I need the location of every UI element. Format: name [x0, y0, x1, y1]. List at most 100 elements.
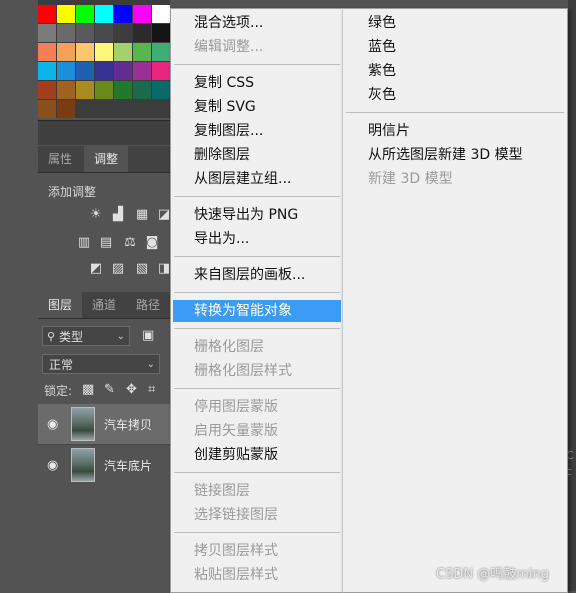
color-swatch[interactable] [76, 81, 94, 99]
color-swatch[interactable] [114, 43, 132, 61]
menu-item-color-blue[interactable]: 蓝色 [343, 36, 567, 58]
hue-saturation-icon[interactable]: ▤ [98, 236, 114, 250]
camera-icon[interactable]: ◙ [144, 236, 160, 250]
menu-item-delete-layer[interactable]: 删除图层 [171, 144, 343, 166]
color-swatch[interactable] [57, 43, 75, 61]
menu-separator [174, 328, 340, 329]
color-swatch[interactable] [38, 100, 56, 118]
color-swatch[interactable] [133, 43, 151, 61]
menu-item-paste-layer-style: 粘贴图层样式 [194, 567, 278, 583]
color-swatch[interactable] [114, 24, 132, 42]
color-swatch[interactable] [38, 24, 56, 42]
color-swatch[interactable] [95, 24, 113, 42]
blend-mode-dropdown[interactable]: 正常 ⌄ [42, 354, 160, 374]
layer-name: 汽车底片 [104, 459, 153, 473]
adjustments-panel: 属性 调整 添加调整 ☀ ▟ ▦ ◪ ▥ ▤ ⚖ ◙ ◩ ▨ ▧ ◨ [38, 146, 170, 292]
color-swatch[interactable] [133, 5, 151, 23]
color-swatch[interactable] [57, 100, 75, 118]
color-swatch[interactable] [152, 24, 170, 42]
color-swatch[interactable] [114, 62, 132, 80]
menu-item-blending-options[interactable]: 混合选项... [171, 12, 343, 34]
tab-layers[interactable]: 图层 [38, 292, 82, 318]
color-swatch[interactable] [38, 62, 56, 80]
layer-name: 汽车拷贝 [104, 418, 153, 432]
tab-channels[interactable]: 通道 [84, 292, 124, 318]
color-swatch[interactable] [76, 5, 94, 23]
color-swatch[interactable] [57, 24, 75, 42]
menu-separator [174, 388, 340, 389]
color-swatch[interactable] [38, 43, 56, 61]
swatch-grid [38, 5, 170, 118]
image-filter-icon[interactable]: ▣ [142, 328, 154, 343]
color-swatch[interactable] [152, 81, 170, 99]
swatches-footer [38, 120, 170, 145]
color-swatch[interactable] [57, 62, 75, 80]
menu-item-quick-export-png[interactable]: 快速导出为 PNG [171, 204, 343, 226]
menu-item-export-as[interactable]: 导出为... [171, 228, 343, 250]
curves-icon[interactable]: ▦ [134, 208, 150, 222]
menu-item-color-green[interactable]: 绿色 [343, 12, 567, 34]
menu-item-color-violet[interactable]: 紫色 [343, 60, 567, 82]
color-swatch[interactable] [95, 43, 113, 61]
menu-item-artboard-from-layers[interactable]: 来自图层的画板... [171, 264, 343, 286]
search-icon: ⚲ [47, 330, 56, 343]
layer-filter-dropdown[interactable]: ⚲ 类型 ⌄ [42, 326, 130, 346]
tab-paths[interactable]: 路径 [128, 292, 168, 318]
menu-item-postcard[interactable]: 明信片 [343, 120, 567, 142]
brush-icon[interactable]: ✎ [104, 382, 115, 397]
menu-item-copy-css[interactable]: 复制 CSS [171, 72, 343, 94]
color-swatch[interactable] [95, 81, 113, 99]
menu-item-convert-to-smart-object[interactable]: 转换为智能对象 [173, 300, 341, 322]
color-swatch[interactable] [76, 24, 94, 42]
menu-item-new-3d-from-layer[interactable]: 从所选图层新建 3D 模型 [343, 144, 567, 166]
tab-properties[interactable]: 属性 [38, 146, 82, 172]
menu-separator [346, 112, 564, 113]
move-icon[interactable]: ✥ [126, 382, 137, 397]
threshold-icon[interactable]: ▧ [134, 262, 150, 276]
color-swatch[interactable] [95, 5, 113, 23]
balance-icon[interactable]: ⚖ [122, 236, 138, 250]
lock-pixels-icon[interactable]: ▩ [82, 382, 94, 397]
menu-item-disable-layer-mask: 停用图层蒙版 [194, 399, 278, 415]
invert-icon[interactable]: ◩ [88, 262, 104, 276]
color-swatch[interactable] [76, 43, 94, 61]
color-swatch[interactable] [38, 81, 56, 99]
layer-row[interactable]: ◉ 汽车拷贝 [38, 404, 170, 444]
color-swatch[interactable] [152, 5, 170, 23]
brightness-icon[interactable]: ☀ [88, 208, 104, 222]
adjustments-title: 添加调整 [48, 185, 97, 199]
eye-icon[interactable]: ◉ [47, 458, 58, 473]
color-swatch[interactable] [38, 5, 56, 23]
color-swatch[interactable] [95, 62, 113, 80]
menu-item-color-gray[interactable]: 灰色 [343, 84, 567, 106]
menu-item-create-clipping-mask[interactable]: 创建剪贴蒙版 [171, 444, 343, 466]
layer-filter-value: 类型 [59, 330, 84, 344]
color-swatch[interactable] [57, 5, 75, 23]
artboard-icon[interactable]: ⌗ [148, 382, 155, 397]
chevron-down-icon: ⌄ [116, 331, 125, 342]
color-swatch[interactable] [114, 81, 132, 99]
levels-icon[interactable]: ▟ [110, 208, 126, 222]
color-swatch[interactable] [152, 43, 170, 61]
layer-context-menu-column-2: 绿色 蓝色 紫色 灰色 明信片 从所选图层新建 3D 模型 新建 3D 模型 [342, 8, 568, 593]
color-swatch[interactable] [133, 62, 151, 80]
vibrance-icon[interactable]: ▥ [76, 236, 92, 250]
menu-item-copy-svg[interactable]: 复制 SVG [171, 96, 343, 118]
eye-icon[interactable]: ◉ [47, 417, 58, 432]
posterize-icon[interactable]: ▨ [110, 262, 126, 276]
menu-item-duplicate-layer[interactable]: 复制图层... [171, 120, 343, 142]
color-swatch[interactable] [152, 62, 170, 80]
menu-item-group-from-layers[interactable]: 从图层建立组... [171, 168, 343, 190]
color-swatch[interactable] [76, 62, 94, 80]
color-swatch[interactable] [133, 24, 151, 42]
color-swatch[interactable] [57, 81, 75, 99]
menu-item-new-3d-model: 新建 3D 模型 [368, 171, 453, 187]
tab-adjustments[interactable]: 调整 [84, 146, 128, 172]
canvas-edge [568, 0, 576, 591]
layer-row[interactable]: ◉ 汽车底片 [38, 444, 170, 485]
color-swatch[interactable] [133, 81, 151, 99]
menu-separator [174, 532, 340, 533]
menu-item-link-layers: 链接图层 [194, 483, 250, 499]
menu-separator [174, 196, 340, 197]
color-swatch[interactable] [114, 5, 132, 23]
